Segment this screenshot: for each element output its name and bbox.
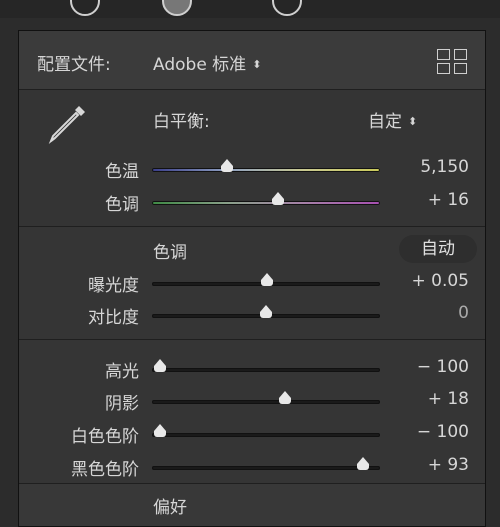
- slider-value[interactable]: + 0.05: [412, 271, 470, 291]
- tone-section: 色调 自动 曝光度 + 0.05 对比度 0: [19, 227, 485, 340]
- updown-arrows-icon: ⬍: [252, 58, 262, 71]
- presence-section: 偏好: [19, 484, 485, 526]
- slider-label: 高光: [105, 362, 139, 382]
- slider-label: 黑色色阶: [71, 460, 139, 480]
- profile-value: Adobe 标准: [153, 55, 247, 75]
- slider-value[interactable]: + 16: [428, 190, 469, 210]
- slider-label: 色温: [105, 162, 139, 182]
- tone-title: 色调: [153, 243, 187, 263]
- white-balance-select[interactable]: 自定 ⬍: [368, 107, 417, 132]
- slider-value[interactable]: − 100: [417, 422, 469, 442]
- presence-title: 偏好: [153, 498, 187, 518]
- slider-label: 白色色阶: [71, 427, 139, 447]
- grid-view-icon[interactable]: [437, 49, 469, 75]
- tone-detail-section: 高光 − 100 阴影 + 18 白色色阶 − 100 黑色色阶 + 93: [19, 340, 485, 484]
- slider-value[interactable]: + 93: [428, 455, 469, 475]
- tool-icon-2[interactable]: [162, 0, 192, 16]
- whites-slider-track[interactable]: [152, 433, 380, 437]
- highlights-slider-track[interactable]: [152, 368, 380, 372]
- slider-value[interactable]: + 18: [428, 389, 469, 409]
- basic-panel: 配置文件: Adobe 标准 ⬍ 白平衡: 自定 ⬍ 色温 5,150 色调 +…: [18, 30, 486, 527]
- auto-button[interactable]: 自动: [399, 235, 477, 263]
- slider-label: 阴影: [105, 394, 139, 414]
- slider-value[interactable]: 0: [458, 303, 469, 323]
- slider-label: 色调: [105, 195, 139, 215]
- slider-value[interactable]: 5,150: [420, 157, 469, 177]
- white-balance-label: 白平衡:: [153, 112, 210, 132]
- top-toolbar-strip: [0, 0, 500, 18]
- profile-row: 配置文件: Adobe 标准 ⬍: [19, 31, 485, 90]
- profile-select[interactable]: Adobe 标准 ⬍: [153, 50, 261, 75]
- slider-value[interactable]: − 100: [417, 357, 469, 377]
- slider-label: 曝光度: [88, 276, 139, 296]
- profile-label: 配置文件:: [37, 55, 111, 75]
- white-balance-mode: 自定: [368, 112, 402, 132]
- tool-icon-3[interactable]: [272, 0, 302, 16]
- updown-arrows-icon: ⬍: [408, 115, 418, 128]
- white-balance-section: 白平衡: 自定 ⬍ 色温 5,150 色调 + 16: [19, 90, 485, 227]
- tint-slider-track[interactable]: [152, 201, 380, 205]
- eyedropper-icon[interactable]: [45, 100, 91, 146]
- blacks-slider-track[interactable]: [152, 466, 380, 470]
- slider-label: 对比度: [88, 308, 139, 328]
- tool-icon-1[interactable]: [70, 0, 100, 16]
- temp-slider-track[interactable]: [152, 168, 380, 172]
- shadows-slider-track[interactable]: [152, 400, 380, 404]
